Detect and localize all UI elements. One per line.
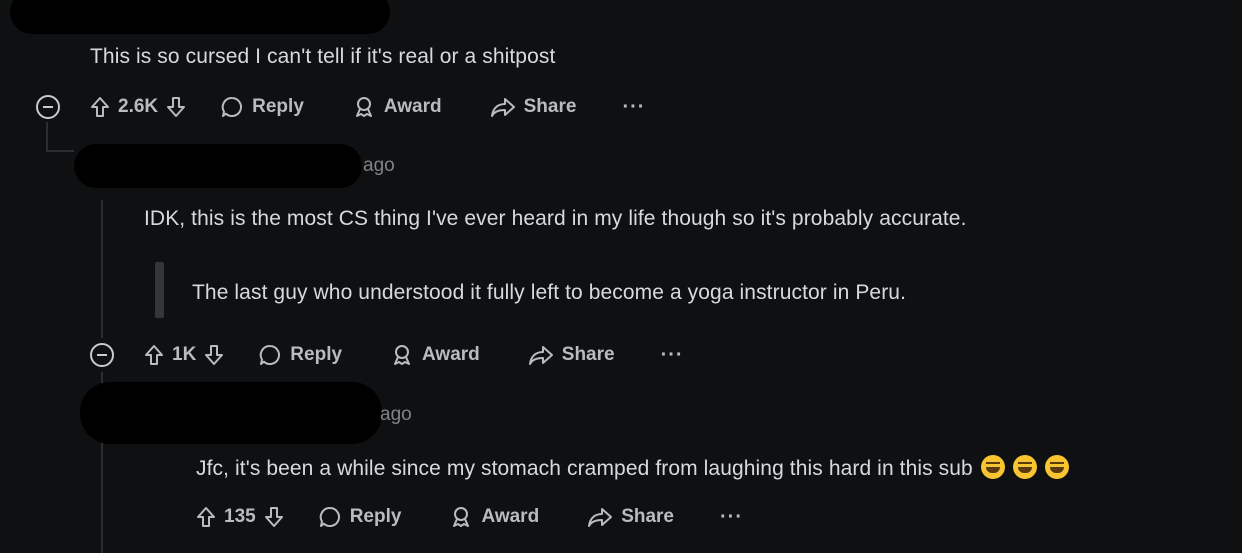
reply-button[interactable]: Reply (258, 343, 342, 367)
upvote-icon[interactable] (196, 506, 216, 528)
more-options-icon[interactable]: ··· (661, 344, 684, 367)
vote-count: 135 (224, 506, 256, 527)
award-button[interactable]: Award (352, 95, 442, 119)
thread-line[interactable] (46, 122, 48, 152)
quoted-text: The last guy who understood it fully lef… (192, 281, 907, 304)
downvote-icon[interactable] (204, 344, 224, 366)
vote-group: 1K (144, 344, 224, 366)
comment-actions: 2.6K Reply Award Share ··· (36, 90, 645, 124)
share-icon (588, 508, 613, 527)
comment-body-row: Jfc, it's been a while since my stomach … (196, 455, 1069, 481)
comment-actions: 135 Reply Award Share ··· (196, 500, 743, 534)
vote-group: 2.6K (90, 96, 186, 118)
comment-bubble-icon (221, 96, 243, 117)
comment-bubble-icon (319, 506, 340, 527)
rofl-emoji-icon (1012, 455, 1037, 479)
reply-button[interactable]: Reply (318, 505, 402, 529)
comment-timestamp: ago (363, 155, 395, 176)
award-button[interactable]: Award (390, 343, 480, 367)
share-label: Share (621, 506, 674, 527)
downvote-icon[interactable] (264, 506, 284, 528)
comment-body: This is so cursed I can't tell if it's r… (90, 45, 556, 68)
downvote-icon[interactable] (166, 96, 186, 118)
vote-group: 135 (196, 506, 284, 528)
comment-bubble-icon (260, 344, 281, 365)
reply-label: Reply (349, 506, 402, 527)
award-label: Award (422, 344, 480, 365)
reply-label: Reply (252, 96, 304, 117)
thread-connector (46, 150, 74, 152)
more-options-icon[interactable]: ··· (720, 506, 743, 529)
award-icon (355, 97, 372, 117)
more-options-icon[interactable]: ··· (622, 96, 645, 119)
vote-count: 2.6K (118, 96, 159, 117)
share-label: Share (523, 96, 577, 117)
award-label: Award (383, 96, 442, 117)
share-icon (490, 98, 515, 117)
thread-line[interactable] (101, 440, 103, 553)
redacted-username (74, 144, 362, 188)
collapse-thread-icon[interactable] (90, 343, 114, 367)
thread-line[interactable] (101, 200, 103, 338)
vote-count: 1K (172, 344, 197, 365)
award-button[interactable]: Award (449, 505, 539, 529)
quote-bar (155, 262, 164, 318)
redacted-username (80, 382, 382, 444)
share-icon (528, 346, 553, 365)
share-button[interactable]: Share (528, 343, 615, 367)
award-icon (394, 345, 411, 365)
rofl-emoji-icon (980, 455, 1005, 479)
redacted-username (10, 0, 390, 34)
upvote-icon[interactable] (90, 96, 110, 118)
share-button[interactable]: Share (587, 505, 674, 529)
comment-body: IDK, this is the most CS thing I've ever… (144, 207, 967, 230)
reply-button[interactable]: Reply (220, 95, 304, 119)
collapse-thread-icon[interactable] (36, 95, 60, 119)
comment-body: Jfc, it's been a while since my stomach … (196, 457, 973, 480)
comment-actions: 1K Reply Award Share ··· (90, 338, 684, 372)
reply-label: Reply (290, 344, 343, 365)
upvote-icon[interactable] (144, 344, 164, 366)
award-label: Award (481, 506, 540, 527)
award-icon (453, 507, 470, 527)
rofl-emoji-icon (1044, 455, 1069, 479)
comment-timestamp: ago (380, 404, 412, 425)
share-button[interactable]: Share (490, 95, 577, 119)
share-label: Share (561, 344, 615, 365)
